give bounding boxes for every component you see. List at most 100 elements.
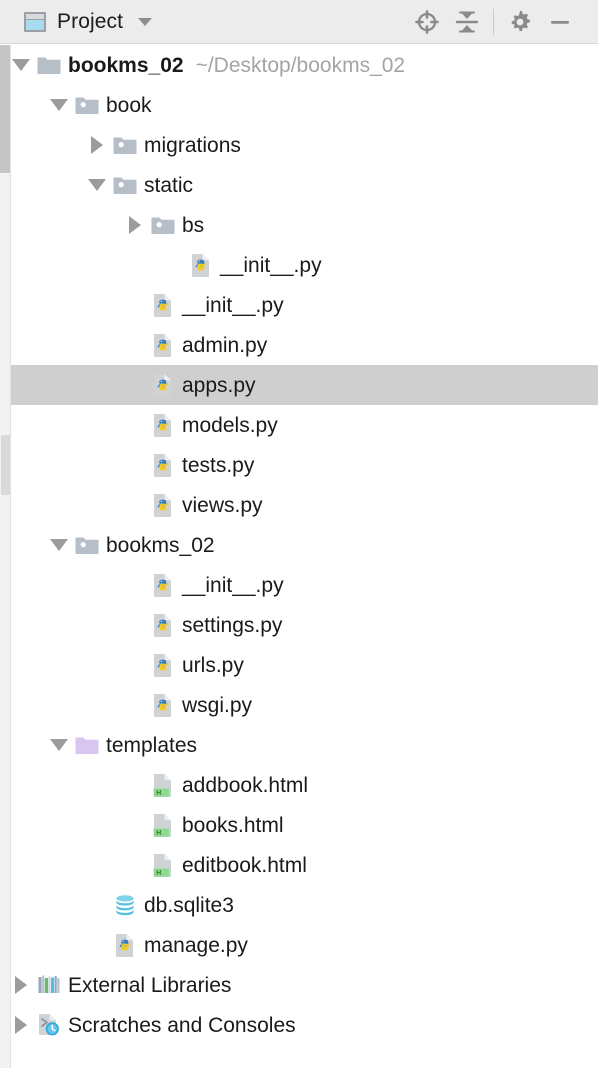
- project-title-group[interactable]: Project: [24, 10, 153, 33]
- external-libraries-icon: [34, 965, 64, 1005]
- triangle-glyph: [129, 379, 141, 391]
- tree-row[interactable]: tests.py: [0, 445, 598, 485]
- select-opened-file-icon[interactable]: [407, 2, 447, 42]
- tree-row[interactable]: __init__.py: [0, 245, 598, 285]
- tree-row[interactable]: book: [0, 85, 598, 125]
- triangle-glyph: [129, 779, 141, 791]
- tree-row[interactable]: bookms_02 ~/Desktop/bookms_02: [0, 45, 598, 85]
- tree-row[interactable]: views.py: [0, 485, 598, 525]
- python-file-icon: [186, 245, 216, 285]
- triangle-glyph: [129, 459, 141, 471]
- folder-module-icon: [110, 125, 140, 165]
- tree-row-label: book: [106, 93, 152, 117]
- folder-module-icon: [148, 205, 178, 245]
- triangle-glyph: [91, 899, 103, 911]
- tree-row-label: __init__.py: [182, 573, 284, 597]
- tree-row[interactable]: bs: [0, 205, 598, 245]
- tree-row[interactable]: templates: [0, 725, 598, 765]
- twisty-spacer: [122, 565, 148, 605]
- vertical-scrollbar-thumb-secondary[interactable]: [1, 435, 10, 495]
- vertical-scrollbar-track[interactable]: [0, 45, 11, 1068]
- tree-row[interactable]: Scratches and Consoles: [0, 1005, 598, 1045]
- python-file-icon: [148, 285, 178, 325]
- tree-row[interactable]: db.sqlite3: [0, 885, 598, 925]
- tree-row-label: bookms_02: [106, 533, 215, 557]
- tree-row[interactable]: __init__.py: [0, 565, 598, 605]
- triangle-glyph: [129, 499, 141, 511]
- tree-row[interactable]: __init__.py: [0, 285, 598, 325]
- project-window-icon: [24, 11, 46, 32]
- twisty-spacer: [122, 365, 148, 405]
- tree-row-label: addbook.html: [182, 773, 309, 797]
- svg-text:H: H: [156, 830, 161, 837]
- triangle-glyph: [91, 939, 103, 951]
- tree-row[interactable]: settings.py: [0, 605, 598, 645]
- tree-row[interactable]: urls.py: [0, 645, 598, 685]
- triangle-glyph: [88, 179, 106, 191]
- tree-row[interactable]: Heditbook.html: [0, 845, 598, 885]
- tree-row-label: templates: [106, 733, 198, 757]
- tree-row-label: wsgi.py: [182, 693, 253, 717]
- html-file-icon: H: [148, 845, 178, 885]
- triangle-glyph: [50, 99, 68, 111]
- collapse-triangle-icon[interactable]: [46, 85, 72, 125]
- tree-row-label: External Libraries: [68, 973, 232, 997]
- triangle-glyph: [12, 59, 30, 71]
- folder-module-icon: [72, 85, 102, 125]
- triangle-glyph: [129, 819, 141, 831]
- twisty-spacer: [122, 285, 148, 325]
- tree-row-label: views.py: [182, 493, 263, 517]
- project-tree[interactable]: bookms_02 ~/Desktop/bookms_02book migratio…: [0, 45, 598, 1068]
- triangle-glyph: [91, 136, 103, 154]
- python-file-icon: [148, 565, 178, 605]
- tree-row-label: bs: [182, 213, 205, 237]
- vertical-scrollbar-thumb[interactable]: [0, 45, 10, 173]
- expand-triangle-icon[interactable]: [84, 125, 110, 165]
- twisty-spacer: [84, 925, 110, 965]
- triangle-glyph: [129, 579, 141, 591]
- collapse-triangle-icon[interactable]: [46, 525, 72, 565]
- tree-row-label: models.py: [182, 413, 278, 437]
- collapse-triangle-icon[interactable]: [46, 725, 72, 765]
- tree-row[interactable]: migrations: [0, 125, 598, 165]
- collapse-triangle-icon[interactable]: [84, 165, 110, 205]
- tree-row[interactable]: Haddbook.html: [0, 765, 598, 805]
- triangle-glyph: [129, 339, 141, 351]
- tree-row[interactable]: models.py: [0, 405, 598, 445]
- tree-row[interactable]: manage.py: [0, 925, 598, 965]
- chevron-down-icon[interactable]: [138, 17, 153, 26]
- tree-row[interactable]: wsgi.py: [0, 685, 598, 725]
- svg-text:H: H: [156, 870, 161, 877]
- tree-row-label: Scratches and Consoles: [68, 1013, 296, 1037]
- expand-triangle-icon[interactable]: [8, 965, 34, 1005]
- minimize-icon[interactable]: [540, 2, 580, 42]
- twisty-spacer: [122, 645, 148, 685]
- twisty-spacer: [122, 845, 148, 885]
- twisty-spacer: [122, 325, 148, 365]
- tree-row[interactable]: admin.py: [0, 325, 598, 365]
- tree-row-label: bookms_02: [68, 53, 184, 77]
- twisty-spacer: [122, 805, 148, 845]
- tree-row[interactable]: Hbooks.html: [0, 805, 598, 845]
- tree-row-label: apps.py: [182, 373, 256, 397]
- tree-row[interactable]: External Libraries: [0, 965, 598, 1005]
- tree-row[interactable]: bookms_02: [0, 525, 598, 565]
- triangle-glyph: [129, 419, 141, 431]
- toolbar-actions: [407, 0, 580, 44]
- collapse-all-icon[interactable]: [447, 2, 487, 42]
- triangle-glyph: [129, 619, 141, 631]
- twisty-spacer: [122, 485, 148, 525]
- tree-row[interactable]: apps.py: [0, 365, 598, 405]
- expand-triangle-icon[interactable]: [8, 1005, 34, 1045]
- folder-module-icon: [110, 165, 140, 205]
- gear-icon[interactable]: [500, 2, 540, 42]
- tree-row[interactable]: static: [0, 165, 598, 205]
- tree-row-label: books.html: [182, 813, 284, 837]
- python-file-icon: [148, 485, 178, 525]
- tree-row-path: ~/Desktop/bookms_02: [195, 53, 406, 77]
- expand-triangle-icon[interactable]: [122, 205, 148, 245]
- collapse-triangle-icon[interactable]: [8, 45, 34, 85]
- python-file-icon: [148, 605, 178, 645]
- panel-title: Project: [57, 10, 124, 33]
- project-tool-window: Project bookms_02 ~/Desktop/bookms_02 bo…: [0, 0, 598, 1068]
